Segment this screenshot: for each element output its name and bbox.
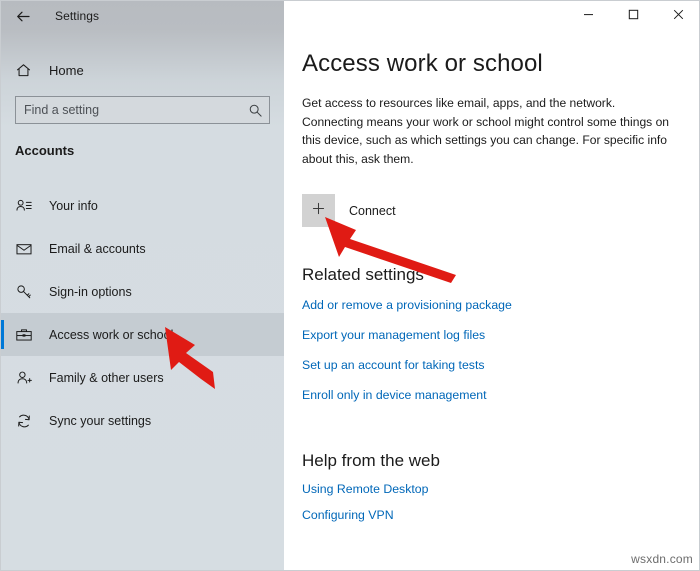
sidebar-item-access-work-or-school[interactable]: Access work or school xyxy=(1,313,284,356)
page-title: Access work or school xyxy=(302,50,543,77)
sidebar-item-home-label: Home xyxy=(49,62,84,78)
related-settings-links: Add or remove a provisioning package Exp… xyxy=(302,298,699,402)
maximize-icon xyxy=(628,7,639,25)
minimize-icon xyxy=(583,7,594,25)
close-icon xyxy=(673,7,684,25)
minimize-button[interactable] xyxy=(566,1,611,31)
sidebar-item-label: Family & other users xyxy=(49,370,164,385)
page-description: Get access to resources like email, apps… xyxy=(302,96,670,166)
plus-icon xyxy=(311,201,326,221)
app-title: Settings xyxy=(55,9,100,23)
close-button[interactable] xyxy=(656,1,699,31)
settings-window: Settings Home Accounts xyxy=(0,0,700,571)
home-icon xyxy=(15,62,41,79)
link-using-remote-desktop[interactable]: Using Remote Desktop xyxy=(302,482,428,496)
sidebar-nav-list: Your info Email & accounts Sign-in optio… xyxy=(1,184,284,442)
connect-label: Connect xyxy=(349,203,396,218)
sidebar-item-home[interactable]: Home xyxy=(1,53,284,87)
sidebar-section-title: Accounts xyxy=(15,143,75,158)
sidebar-item-label: Sync your settings xyxy=(49,413,152,428)
maximize-button[interactable] xyxy=(611,1,656,31)
help-from-the-web-heading: Help from the web xyxy=(302,451,440,470)
sidebar-item-sign-in-options[interactable]: Sign-in options xyxy=(1,270,284,313)
help-from-the-web-links: Using Remote Desktop Configuring VPN xyxy=(302,482,699,522)
titlebar-left: Settings xyxy=(1,1,284,31)
sidebar-item-family-other-users[interactable]: Family & other users xyxy=(1,356,284,399)
link-set-up-account-for-taking-tests[interactable]: Set up an account for taking tests xyxy=(302,358,485,372)
sidebar-item-your-info[interactable]: Your info xyxy=(1,184,284,227)
link-export-management-log-files[interactable]: Export your management log files xyxy=(302,328,485,342)
window-controls xyxy=(284,1,699,31)
briefcase-icon xyxy=(15,326,41,344)
search-input[interactable] xyxy=(16,97,241,123)
link-configuring-vpn[interactable]: Configuring VPN xyxy=(302,508,394,522)
user-add-icon xyxy=(15,369,41,387)
related-settings-heading: Related settings xyxy=(302,265,424,284)
sidebar-item-email-accounts[interactable]: Email & accounts xyxy=(1,227,284,270)
sidebar-item-label: Your info xyxy=(49,198,98,213)
link-add-or-remove-provisioning-package[interactable]: Add or remove a provisioning package xyxy=(302,298,512,312)
sync-icon xyxy=(15,412,41,430)
sidebar-item-label: Sign-in options xyxy=(49,284,132,299)
key-icon xyxy=(15,283,41,301)
search-icon xyxy=(241,97,269,123)
sidebar-item-label: Email & accounts xyxy=(49,241,146,256)
link-enroll-only-in-device-management[interactable]: Enroll only in device management xyxy=(302,388,487,402)
back-button[interactable] xyxy=(1,1,45,31)
user-info-icon xyxy=(15,197,41,215)
envelope-icon xyxy=(15,240,41,258)
connect-button[interactable] xyxy=(302,194,335,227)
sidebar-item-label: Access work or school xyxy=(49,327,174,342)
back-arrow-icon xyxy=(15,8,32,25)
search-box[interactable] xyxy=(15,96,270,124)
sidebar: Settings Home Accounts xyxy=(1,1,284,570)
connect-row: Connect xyxy=(302,194,699,227)
sidebar-item-sync-your-settings[interactable]: Sync your settings xyxy=(1,399,284,442)
watermark: wsxdn.com xyxy=(631,552,693,566)
main-content: Access work or school Get access to reso… xyxy=(284,31,699,570)
